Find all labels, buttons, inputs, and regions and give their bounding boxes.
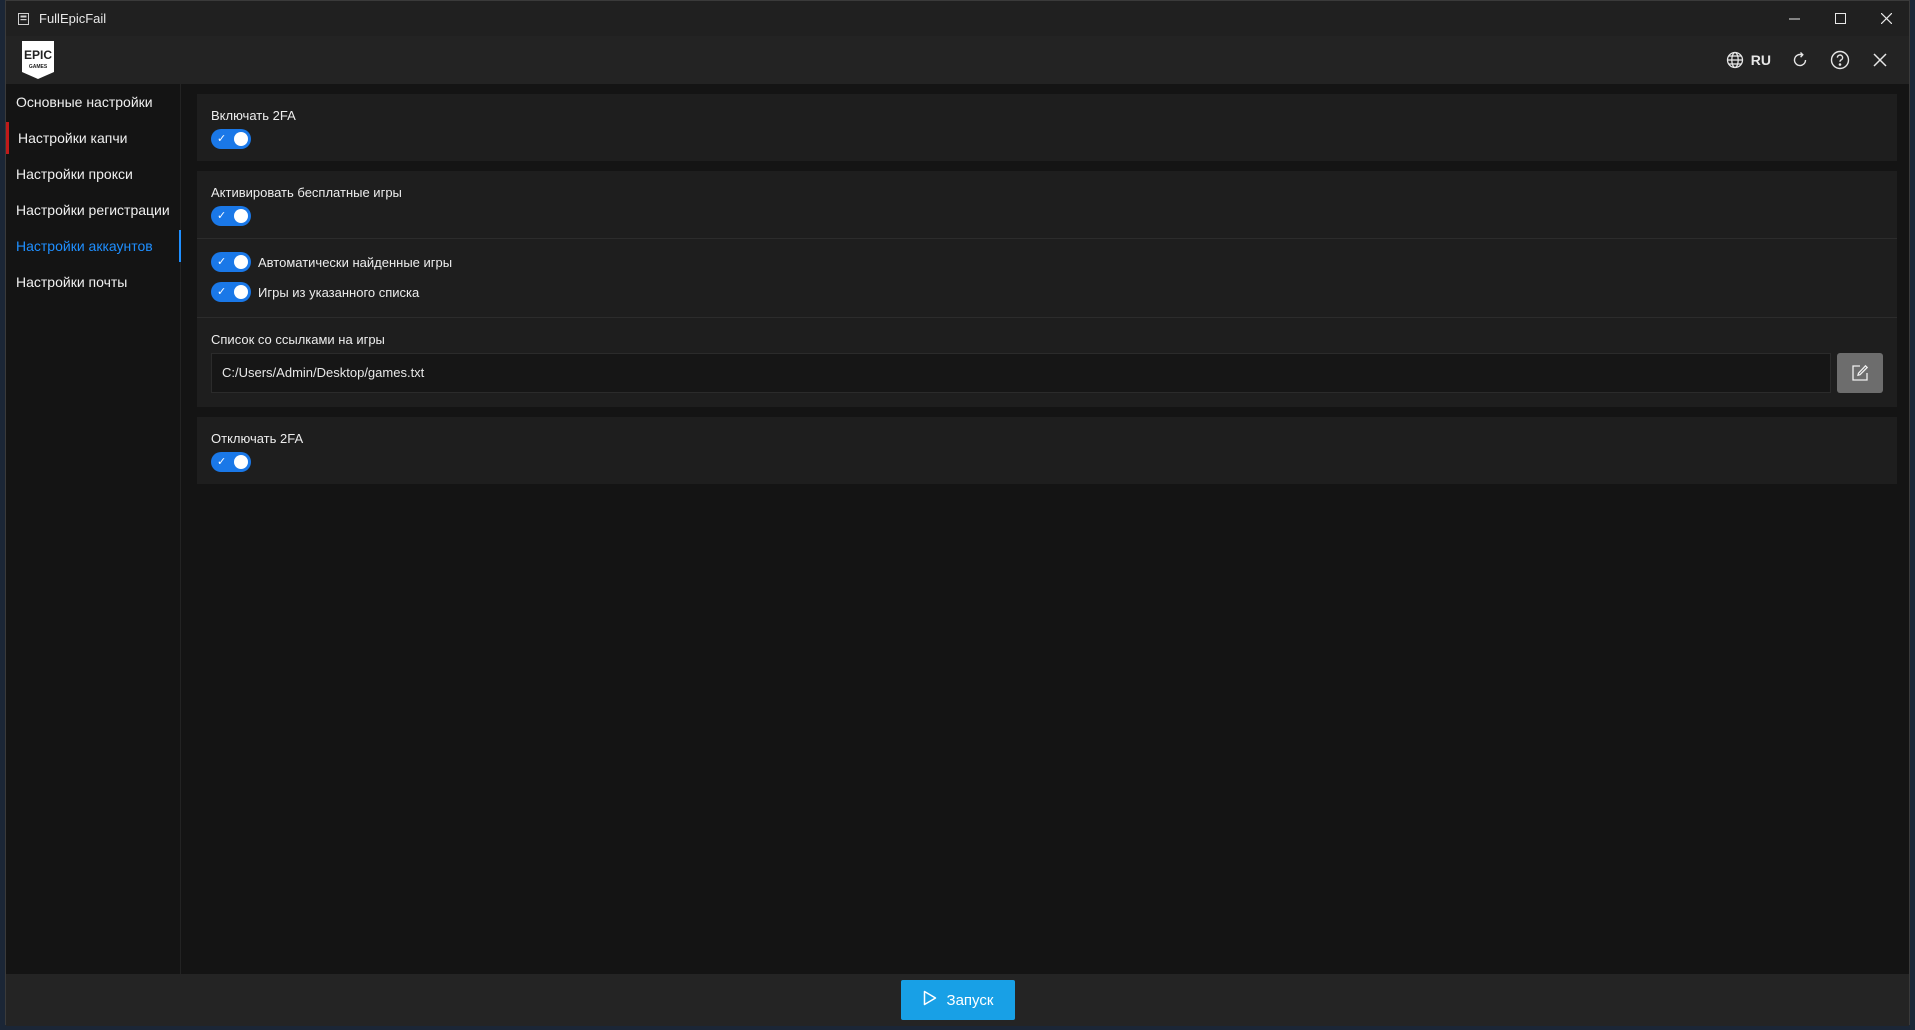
launch-button[interactable]: Запуск xyxy=(901,980,1015,1020)
app-icon xyxy=(16,12,30,26)
app-window: FullEpicFail EPIC GAMES RU Основные наст… xyxy=(5,0,1910,1026)
close-icon[interactable] xyxy=(1869,49,1891,71)
games-list-label: Список со ссылками на игры xyxy=(211,332,385,347)
sidebar-item-account-settings[interactable]: Настройки аккаунтов xyxy=(6,228,181,264)
free-games-card: Активировать бесплатные игры ✓ ✓ Автомат… xyxy=(197,171,1897,407)
language-code: RU xyxy=(1750,52,1771,68)
sidebar-item-mail-settings[interactable]: Настройки почты xyxy=(6,264,180,300)
launch-label: Запуск xyxy=(946,991,994,1009)
language-selector[interactable]: RU xyxy=(1724,49,1771,71)
disable-2fa-toggle[interactable]: ✓ xyxy=(211,452,251,472)
svg-text:GAMES: GAMES xyxy=(29,64,48,70)
window-close-icon[interactable] xyxy=(1863,1,1909,36)
check-icon: ✓ xyxy=(217,133,227,145)
games-list-path-input[interactable]: C:/Users/Admin/Desktop/games.txt xyxy=(211,353,1831,393)
title-bar[interactable]: FullEpicFail xyxy=(6,1,1909,36)
svg-text:EPIC: EPIC xyxy=(24,48,52,62)
sidebar: Основные настройки Настройки капчи Настр… xyxy=(6,84,181,974)
enable-2fa-label: Включать 2FA xyxy=(211,108,296,123)
window-title: FullEpicFail xyxy=(39,11,107,26)
activate-free-games-label: Активировать бесплатные игры xyxy=(211,185,402,200)
globe-icon xyxy=(1724,49,1746,71)
auto-found-games-toggle[interactable]: ✓ xyxy=(211,252,251,272)
refresh-icon[interactable] xyxy=(1789,49,1811,71)
activate-free-games-toggle[interactable]: ✓ xyxy=(211,206,251,226)
check-icon: ✓ xyxy=(217,256,227,268)
epic-games-logo: EPIC GAMES xyxy=(20,40,56,80)
play-icon xyxy=(923,990,937,1010)
settings-panel: Включать 2FA ✓ Активировать бесплатные и… xyxy=(197,94,1897,494)
help-icon[interactable] xyxy=(1829,49,1851,71)
app-header: EPIC GAMES RU xyxy=(6,36,1909,84)
check-icon: ✓ xyxy=(217,286,227,298)
enable-2fa-card: Включать 2FA ✓ xyxy=(197,94,1897,161)
list-games-toggle[interactable]: ✓ xyxy=(211,282,251,302)
sidebar-item-main-settings[interactable]: Основные настройки xyxy=(6,84,180,120)
sidebar-item-captcha-settings[interactable]: Настройки капчи xyxy=(6,120,180,156)
footer-bar: Запуск xyxy=(6,974,1909,1026)
check-icon: ✓ xyxy=(217,456,227,468)
edit-icon[interactable] xyxy=(1837,353,1883,393)
enable-2fa-toggle[interactable]: ✓ xyxy=(211,129,251,149)
disable-2fa-label: Отключать 2FA xyxy=(211,431,304,446)
minimize-icon[interactable] xyxy=(1771,1,1817,36)
sidebar-item-proxy-settings[interactable]: Настройки прокси xyxy=(6,156,180,192)
auto-found-games-label: Автоматически найденные игры xyxy=(258,254,453,270)
list-games-label: Игры из указанного списка xyxy=(258,284,420,300)
maximize-icon[interactable] xyxy=(1817,1,1863,36)
check-icon: ✓ xyxy=(217,210,227,222)
sidebar-item-registration-settings[interactable]: Настройки регистрации xyxy=(6,192,180,228)
disable-2fa-card: Отключать 2FA ✓ xyxy=(197,417,1897,484)
